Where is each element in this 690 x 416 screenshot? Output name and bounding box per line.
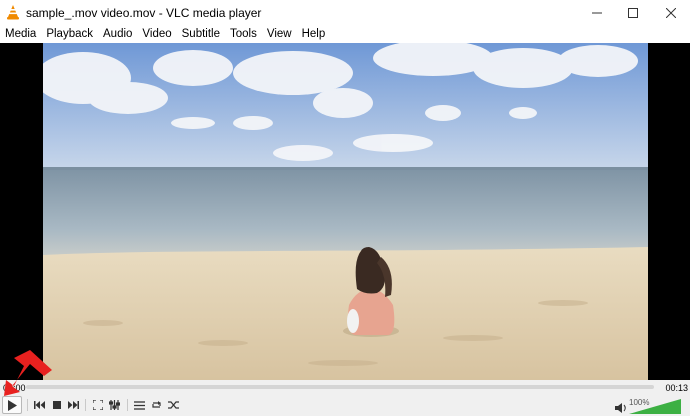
extended-settings-icon bbox=[109, 400, 120, 410]
stop-icon bbox=[52, 401, 61, 409]
play-icon bbox=[8, 399, 17, 411]
loop-button[interactable] bbox=[148, 396, 165, 414]
stop-button[interactable] bbox=[48, 396, 65, 414]
seek-bar-row: 00:00 00:13 bbox=[0, 380, 690, 394]
minimize-button[interactable] bbox=[580, 0, 614, 25]
seek-slider[interactable] bbox=[26, 385, 654, 389]
maximize-icon bbox=[628, 7, 638, 18]
menu-media[interactable]: Media bbox=[0, 25, 41, 43]
menu-playback[interactable]: Playback bbox=[41, 25, 98, 43]
playlist-button[interactable] bbox=[131, 396, 148, 414]
fullscreen-button[interactable] bbox=[89, 396, 106, 414]
previous-icon bbox=[34, 401, 45, 409]
next-icon bbox=[68, 401, 79, 409]
loop-icon bbox=[152, 401, 161, 408]
close-icon bbox=[666, 7, 676, 18]
menu-audio[interactable]: Audio bbox=[98, 25, 137, 43]
minimize-icon bbox=[592, 12, 602, 13]
menu-video[interactable]: Video bbox=[137, 25, 176, 43]
window-title: sample_.mov video.mov - VLC media player bbox=[26, 6, 262, 20]
menu-view[interactable]: View bbox=[262, 25, 297, 43]
shuffle-icon bbox=[168, 401, 179, 409]
maximize-button[interactable] bbox=[616, 0, 650, 25]
menu-bar: Media Playback Audio Video Subtitle Tool… bbox=[0, 25, 690, 43]
red-arrow-annotation bbox=[4, 350, 52, 396]
separator bbox=[85, 399, 86, 411]
video-area[interactable] bbox=[0, 43, 690, 380]
next-button[interactable] bbox=[65, 396, 82, 414]
previous-button[interactable] bbox=[31, 396, 48, 414]
shuffle-button[interactable] bbox=[165, 396, 182, 414]
video-frame bbox=[43, 43, 648, 380]
close-button[interactable] bbox=[654, 0, 688, 25]
playlist-icon bbox=[134, 400, 145, 410]
menu-subtitle[interactable]: Subtitle bbox=[177, 25, 225, 43]
vlc-cone-icon bbox=[7, 5, 19, 20]
separator bbox=[27, 399, 28, 411]
controls-bar bbox=[0, 394, 690, 416]
volume-icon[interactable] bbox=[614, 401, 628, 415]
title-bar: sample_.mov video.mov - VLC media player bbox=[0, 0, 690, 26]
menu-tools[interactable]: Tools bbox=[225, 25, 262, 43]
volume-slider[interactable] bbox=[629, 399, 681, 414]
separator bbox=[127, 399, 128, 411]
menu-help[interactable]: Help bbox=[297, 25, 331, 43]
total-time: 00:13 bbox=[665, 383, 688, 393]
play-button[interactable] bbox=[2, 396, 22, 414]
fullscreen-icon bbox=[92, 400, 103, 410]
extended-settings-button[interactable] bbox=[106, 396, 123, 414]
